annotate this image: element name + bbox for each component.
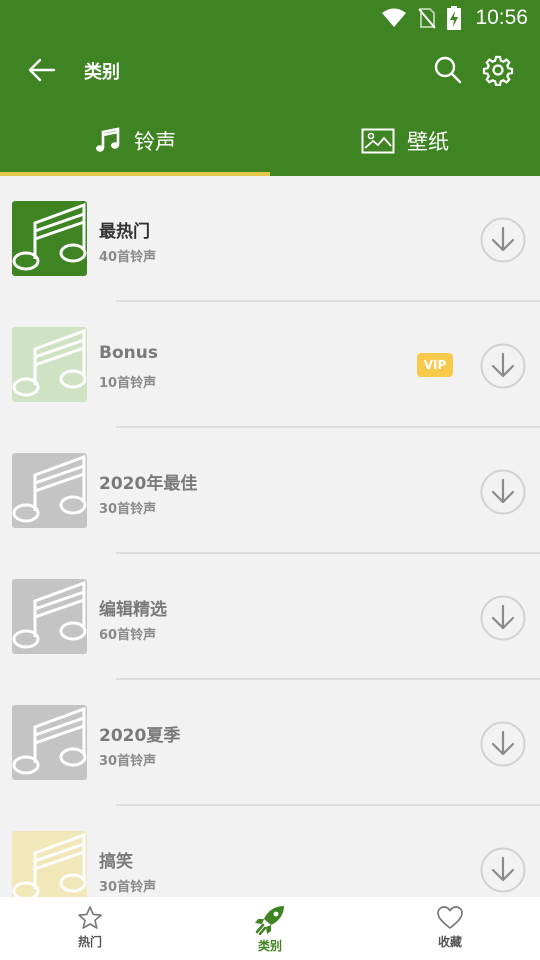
settings-button[interactable]	[482, 54, 514, 87]
category-list: 最热门 40首铃声 Bonus 10首铃声 VIP 2020年最佳 30首铃声 …	[0, 176, 540, 897]
download-button[interactable]	[480, 595, 526, 641]
category-count: 30首铃声	[99, 754, 157, 769]
vip-badge: VIP	[417, 353, 453, 377]
status-bar: 10:56	[0, 0, 540, 36]
nav-label: 类别	[257, 939, 282, 953]
category-title: Bonus	[99, 343, 158, 363]
status-icons: 10:56	[381, 0, 528, 36]
search-button[interactable]	[432, 54, 464, 86]
nav-label: 热门	[77, 935, 102, 949]
nav-item-hot[interactable]: 热门	[0, 897, 180, 960]
category-count: 30首铃声	[99, 502, 157, 517]
category-thumbnail	[12, 327, 87, 402]
category-thumbnail	[12, 453, 87, 528]
back-button[interactable]	[22, 54, 62, 86]
tab-ringtones[interactable]: 铃声	[0, 106, 270, 176]
arrow-left-icon	[28, 58, 56, 82]
music-note-icon	[12, 328, 87, 397]
music-note-icon	[12, 454, 87, 523]
category-count: 40首铃声	[99, 250, 157, 265]
download-button[interactable]	[480, 721, 526, 767]
music-note-icon	[12, 202, 87, 271]
category-title: 最热门	[99, 222, 150, 242]
tab-wallpapers[interactable]: 壁纸	[270, 106, 540, 176]
image-icon	[361, 128, 395, 154]
music-note-icon	[12, 832, 87, 897]
category-title: 2020年最佳	[99, 474, 198, 494]
category-thumbnail	[12, 201, 87, 276]
list-item[interactable]: 2020夏季 30首铃声	[0, 680, 540, 806]
category-count: 10首铃声	[99, 376, 157, 391]
category-title: 编辑精选	[99, 600, 167, 620]
nav-item-categories[interactable]: 类别	[180, 897, 360, 960]
status-time: 10:56	[475, 6, 528, 29]
battery-charging-icon	[447, 6, 462, 30]
list-item[interactable]: 2020年最佳 30首铃声	[0, 428, 540, 554]
no-sim-icon	[418, 8, 437, 29]
category-title: 搞笑	[99, 852, 133, 872]
list-item[interactable]: 最热门 40首铃声	[0, 176, 540, 302]
list-item[interactable]: Bonus 10首铃声 VIP	[0, 302, 540, 428]
category-thumbnail	[12, 831, 87, 897]
page-title: 类别	[84, 62, 120, 83]
music-note-icon	[12, 580, 87, 649]
app-bar: 类别 铃声 壁纸	[0, 36, 540, 176]
list-item[interactable]: 编辑精选 60首铃声	[0, 554, 540, 680]
category-thumbnail	[12, 705, 87, 780]
download-button[interactable]	[480, 343, 526, 389]
download-button[interactable]	[480, 217, 526, 263]
wifi-icon	[382, 8, 407, 27]
category-title: 2020夏季	[99, 726, 181, 746]
category-count: 30首铃声	[99, 880, 157, 895]
star-icon	[78, 906, 102, 929]
nav-label: 收藏	[437, 935, 462, 949]
tab-label: 铃声	[134, 130, 176, 154]
download-button[interactable]	[480, 847, 526, 893]
category-count: 60首铃声	[99, 628, 157, 643]
download-button[interactable]	[480, 469, 526, 515]
music-note-icon	[12, 706, 87, 775]
heart-icon	[437, 906, 463, 929]
category-thumbnail	[12, 579, 87, 654]
rocket-icon	[255, 906, 284, 935]
search-icon	[434, 56, 462, 84]
tab-label: 壁纸	[407, 130, 449, 154]
gear-icon	[482, 55, 514, 87]
nav-item-favorites[interactable]: 收藏	[360, 897, 540, 960]
bottom-navigation: 热门 类别 收藏	[0, 897, 540, 960]
music-note-icon	[96, 127, 120, 152]
list-item[interactable]: 搞笑 30首铃声	[0, 806, 540, 897]
